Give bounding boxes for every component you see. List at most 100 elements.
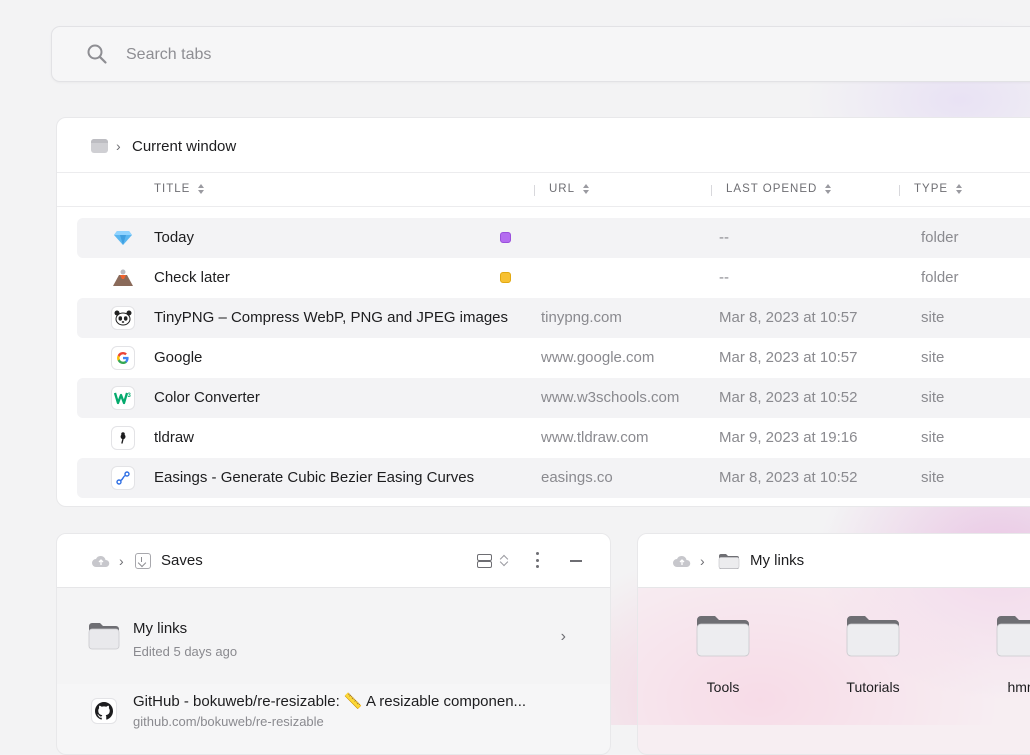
folder-tile[interactable]: hmm xyxy=(983,614,1030,695)
column-separator[interactable] xyxy=(711,185,712,196)
window-icon xyxy=(91,139,108,153)
chevron-right-icon: › xyxy=(119,553,124,569)
my-links-panel-header: › My links xyxy=(638,534,1030,588)
row-type: site xyxy=(921,469,945,486)
column-header-type[interactable]: TYPE xyxy=(914,183,963,195)
panda-icon xyxy=(111,306,135,330)
color-tag xyxy=(500,272,511,283)
list-item[interactable]: GitHub - bokuweb/re-resizable: 📏 A resiz… xyxy=(57,684,610,754)
row-url: www.w3schools.com xyxy=(541,389,680,406)
sort-icon xyxy=(956,184,963,194)
folder-label: Tutorials xyxy=(846,679,900,695)
row-last-opened: Mar 8, 2023 at 10:52 xyxy=(719,469,858,486)
row-last-opened: Mar 8, 2023 at 10:57 xyxy=(719,309,858,326)
tldraw-icon xyxy=(111,426,135,450)
folder-label: Tools xyxy=(706,679,740,695)
row-url: easings.co xyxy=(541,469,613,486)
saves-title[interactable]: Saves xyxy=(161,552,203,569)
svg-text:3: 3 xyxy=(128,393,132,399)
layout-icon[interactable] xyxy=(477,554,492,568)
current-window-panel: › Current window TITLE URL LAST OPENED T… xyxy=(56,117,1030,507)
volcano-icon xyxy=(111,266,135,290)
search-icon xyxy=(87,44,107,64)
table-row[interactable]: Easings - Generate Cubic Bezier Easing C… xyxy=(77,458,1030,498)
sort-icon xyxy=(583,184,590,194)
divider xyxy=(57,206,1030,207)
row-type: site xyxy=(921,309,945,326)
easings-icon xyxy=(111,466,135,490)
table-row[interactable]: Check later -- folder xyxy=(77,258,1030,298)
search-bar[interactable] xyxy=(51,26,1030,82)
row-title: Google xyxy=(154,349,203,366)
saves-panel-header: › Saves xyxy=(57,534,610,588)
chevron-right-icon: › xyxy=(116,138,121,154)
row-title: tldraw xyxy=(154,429,195,446)
item-sub: Edited 5 days ago xyxy=(133,644,238,659)
more-options-icon[interactable] xyxy=(535,552,539,568)
row-last-opened: Mar 8, 2023 at 10:57 xyxy=(719,349,858,366)
table-row[interactable]: TinyPNG – Compress WebP, PNG and JPEG im… xyxy=(77,298,1030,338)
item-name: My links xyxy=(133,620,188,637)
row-title: Check later xyxy=(154,269,230,286)
column-header-title[interactable]: TITLE xyxy=(154,183,205,195)
table-row[interactable]: Today -- folder xyxy=(77,218,1030,258)
row-type: site xyxy=(921,349,945,366)
item-name: GitHub - bokuweb/re-resizable: 📏 A resiz… xyxy=(133,693,527,710)
row-type: folder xyxy=(921,229,959,246)
cloud-icon xyxy=(673,555,691,567)
my-links-panel: › My links Tools Tutorials hmm xyxy=(637,533,1030,755)
column-header-last-opened[interactable]: LAST OPENED xyxy=(726,183,832,195)
search-input[interactable] xyxy=(124,41,728,69)
row-title: Easings - Generate Cubic Bezier Easing C… xyxy=(154,469,475,486)
column-type-label: TYPE xyxy=(914,183,949,195)
column-last-opened-label: LAST OPENED xyxy=(726,183,818,195)
column-separator[interactable] xyxy=(899,185,900,196)
saves-panel: › Saves My links Edited 5 days ago › Git… xyxy=(56,533,611,755)
sort-icon xyxy=(825,184,832,194)
row-type: site xyxy=(921,429,945,446)
sort-toggle-icon[interactable] xyxy=(500,553,508,567)
row-title: TinyPNG – Compress WebP, PNG and JPEG im… xyxy=(154,309,509,326)
row-last-opened: Mar 8, 2023 at 10:52 xyxy=(719,389,858,406)
github-icon xyxy=(91,698,117,724)
google-icon xyxy=(111,346,135,370)
row-title: Today xyxy=(154,229,195,246)
save-icon xyxy=(135,553,151,569)
row-last-opened: -- xyxy=(719,269,729,286)
row-url: tinypng.com xyxy=(541,309,622,326)
item-sub: github.com/bokuweb/re-resizable xyxy=(133,714,324,729)
table-row[interactable]: Google www.google.com Mar 8, 2023 at 10:… xyxy=(77,338,1030,378)
sort-icon xyxy=(198,184,205,194)
table-row[interactable]: 3 Color Converter www.w3schools.com Mar … xyxy=(77,378,1030,418)
color-tag xyxy=(500,232,511,243)
gem-icon xyxy=(111,226,135,250)
table-row[interactable]: tldraw www.tldraw.com Mar 9, 2023 at 19:… xyxy=(77,418,1030,458)
row-last-opened: -- xyxy=(719,229,729,246)
collapse-icon[interactable] xyxy=(570,560,582,562)
folder-icon xyxy=(846,616,900,657)
breadcrumb: › Current window xyxy=(91,136,236,156)
cloud-icon xyxy=(92,555,110,567)
folder-icon xyxy=(88,623,120,650)
folder-tile[interactable]: Tutorials xyxy=(833,614,913,695)
row-title: Color Converter xyxy=(154,389,260,406)
folder-icon xyxy=(696,616,750,657)
row-last-opened: Mar 9, 2023 at 19:16 xyxy=(719,429,858,446)
row-url: www.google.com xyxy=(541,349,655,366)
row-type: site xyxy=(921,389,945,406)
row-type: folder xyxy=(921,269,959,286)
breadcrumb-current-window[interactable]: Current window xyxy=(132,138,236,155)
folder-icon xyxy=(996,616,1030,657)
chevron-right-icon[interactable]: › xyxy=(561,628,566,646)
column-url-label: URL xyxy=(549,183,576,195)
my-links-title[interactable]: My links xyxy=(750,552,804,569)
column-separator[interactable] xyxy=(534,185,535,196)
w3schools-icon: 3 xyxy=(111,386,135,410)
list-item[interactable]: My links Edited 5 days ago › xyxy=(57,588,610,684)
chevron-right-icon: › xyxy=(700,553,705,569)
folder-label: hmm xyxy=(1007,679,1030,695)
folder-icon xyxy=(718,554,740,569)
folder-tile[interactable]: Tools xyxy=(683,614,763,695)
row-url: www.tldraw.com xyxy=(541,429,649,446)
column-header-url[interactable]: URL xyxy=(549,183,590,195)
